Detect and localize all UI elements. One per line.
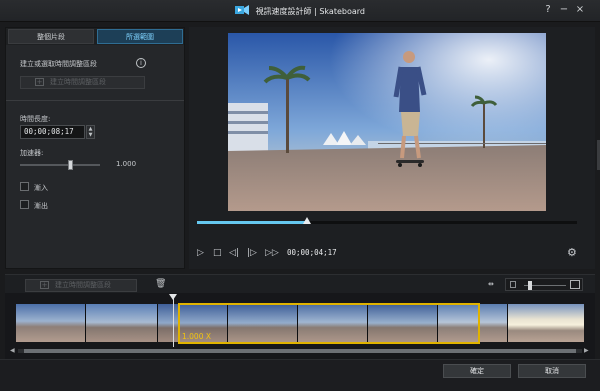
preview-scrubber[interactable] <box>197 217 577 224</box>
timeline-zoom-control <box>505 278 583 291</box>
zoom-in-icon[interactable] <box>570 280 580 289</box>
next-frame-icon[interactable]: |▷ <box>247 247 257 259</box>
duration-label: 時間長度: <box>20 115 51 123</box>
playhead-handle[interactable] <box>169 294 177 300</box>
ease-out-label: 漸出 <box>34 202 48 210</box>
clip-thumbnail <box>86 304 158 342</box>
fast-forward-icon[interactable]: ▷▷ <box>265 247 279 259</box>
range-tabs: 整個片段 所選範圍 <box>6 28 184 45</box>
scrubber-handle[interactable] <box>303 217 312 224</box>
minimize-button[interactable]: − <box>558 4 570 16</box>
speed-slider[interactable] <box>20 160 100 170</box>
fit-timeline-icon[interactable]: ⇹ <box>488 280 494 288</box>
scrubber-progress <box>197 221 308 224</box>
stop-icon[interactable]: □ <box>213 247 222 259</box>
timeline-toolbar: + 建立時間調整區段 🗑 ⇹ <box>5 274 595 294</box>
timeline-scrollbar-thumb[interactable] <box>24 349 576 353</box>
duration-stepper[interactable]: ▲ ▼ <box>86 125 95 139</box>
playhead-line <box>173 295 174 347</box>
info-icon[interactable]: i <box>136 58 146 68</box>
selected-range[interactable]: 1.000 X <box>178 303 480 344</box>
scroll-right-arrow-icon[interactable]: ▶ <box>584 347 589 354</box>
previous-frame-icon[interactable]: ◁| <box>229 247 239 259</box>
window-title-group: 視訊速度設計師 | Skateboard <box>0 5 600 17</box>
create-or-select-text: 建立或選取時間調整區段 <box>20 60 97 68</box>
preview-area: ▷ □ ◁| |▷ ▷▷ 00;00;04;17 ⚙ <box>189 27 595 269</box>
speed-slider-handle[interactable] <box>67 160 73 170</box>
create-time-segment-button: + 建立時間調整區段 <box>20 76 145 89</box>
cancel-button[interactable]: 取消 <box>518 364 586 378</box>
title-bar: 視訊速度設計師 | Skateboard ? − × <box>0 0 600 22</box>
duration-field[interactable]: 00;00;08;17 <box>20 125 85 139</box>
clip-thumbnail <box>508 304 584 342</box>
ease-in-checkbox[interactable] <box>20 182 29 191</box>
dialog-footer: 確定 取消 <box>0 359 600 391</box>
tab-entire-clip[interactable]: 整個片段 <box>8 29 94 44</box>
zoom-out-icon[interactable] <box>510 281 516 288</box>
zoom-slider[interactable] <box>524 281 566 290</box>
video-preview[interactable] <box>228 33 546 211</box>
speed-label: 加速器: <box>20 149 44 157</box>
timeline[interactable]: 1.000 X ◀ ▶ <box>5 293 595 359</box>
current-timecode: 00;00;04;17 <box>287 248 337 257</box>
help-button[interactable]: ? <box>542 4 554 16</box>
tab-selected-range[interactable]: 所選範圍 <box>97 29 183 44</box>
play-icon[interactable]: ▷ <box>197 247 204 259</box>
window-title: 視訊速度設計師 | Skateboard <box>255 7 365 16</box>
timeline-scrollbar[interactable] <box>18 349 582 353</box>
ok-button[interactable]: 確定 <box>443 364 511 378</box>
create-time-segment-label: 建立時間調整區段 <box>50 78 106 86</box>
timeline-create-segment-label: 建立時間調整區段 <box>55 281 111 289</box>
speed-value: 1.000 <box>116 160 137 168</box>
zoom-slider-handle[interactable] <box>528 281 533 290</box>
add-icon: + <box>40 281 49 289</box>
clip-thumbnail <box>16 304 86 342</box>
ease-out-checkbox[interactable] <box>20 200 29 209</box>
close-button[interactable]: × <box>574 4 586 16</box>
ease-in-label: 漸入 <box>34 184 48 192</box>
selected-range-speed: 1.000 X <box>182 332 211 341</box>
section-divider <box>6 100 184 101</box>
app-logo-icon <box>235 5 250 15</box>
trash-icon[interactable]: 🗑 <box>155 279 166 291</box>
speed-settings-panel: 整個片段 所選範圍 建立或選取時間調整區段 i + 建立時間調整區段 時間長度: … <box>5 27 185 269</box>
add-icon: + <box>35 78 44 86</box>
gear-icon[interactable]: ⚙ <box>567 246 577 259</box>
timeline-create-segment-button: + 建立時間調整區段 <box>25 279 137 292</box>
scroll-left-arrow-icon[interactable]: ◀ <box>10 347 15 354</box>
